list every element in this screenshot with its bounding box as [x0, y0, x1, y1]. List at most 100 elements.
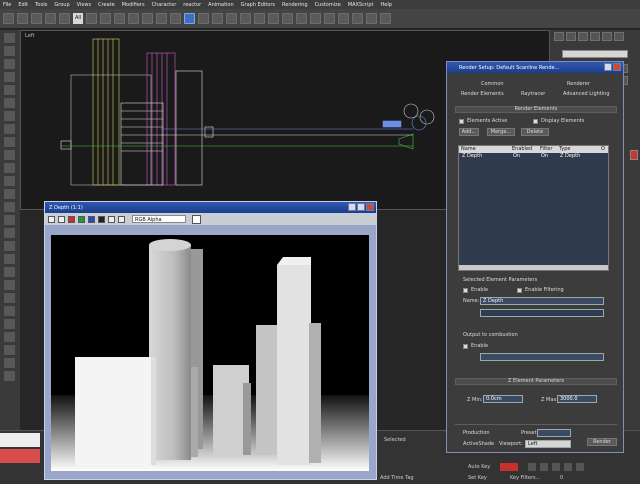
tool-icon[interactable]	[4, 358, 15, 368]
named-selection-icon[interactable]	[254, 13, 266, 24]
tool-icon[interactable]	[4, 319, 15, 329]
tool-icon[interactable]	[4, 228, 15, 238]
unlink-icon[interactable]	[45, 13, 56, 24]
output-file-field[interactable]	[480, 353, 604, 361]
tool-icon[interactable]	[4, 98, 15, 108]
close-icon[interactable]	[613, 63, 621, 71]
auto-key-button[interactable]	[500, 463, 518, 471]
maxscript-listener[interactable]	[0, 433, 40, 447]
tab-render-elements[interactable]: Render Elements	[461, 91, 504, 97]
material-editor-icon[interactable]	[338, 13, 350, 24]
select-manipulate-icon[interactable]	[184, 13, 196, 24]
col-output[interactable]: O	[601, 146, 605, 152]
frame-field[interactable]: 0	[560, 475, 563, 481]
menu-reactor[interactable]: reactor	[183, 2, 201, 8]
key-filter-selected[interactable]: Selected	[384, 437, 406, 443]
enable-checkbox[interactable]	[463, 288, 468, 293]
add-button[interactable]: Add...	[459, 128, 479, 136]
key-filters-button[interactable]: Key Filters...	[510, 475, 540, 481]
zmax-field[interactable]: 3000.0	[557, 395, 597, 403]
tab-raytracer[interactable]: Raytracer	[521, 91, 545, 97]
tab-advanced-lighting[interactable]: Advanced Lighting	[563, 91, 610, 97]
align-icon[interactable]	[282, 13, 294, 24]
render-frame-icon[interactable]	[366, 13, 378, 24]
menu-tools[interactable]: Tools	[35, 2, 47, 8]
viewport-dropdown[interactable]: Left	[525, 440, 571, 448]
tab-common[interactable]: Common	[481, 81, 504, 87]
tool-icon[interactable]	[4, 59, 15, 69]
list-item[interactable]: Z Depth On On Z Depth	[460, 153, 607, 160]
tool-icon[interactable]	[4, 111, 15, 121]
save-image-icon[interactable]	[48, 215, 55, 223]
display-tab-icon[interactable]	[602, 32, 612, 41]
render-elements-list[interactable]: Name Enabled Filter Type O Z Depth On On…	[458, 145, 609, 271]
green-channel-icon[interactable]	[78, 215, 85, 223]
tool-icon[interactable]	[4, 267, 15, 277]
blue-channel-icon[interactable]	[88, 215, 95, 223]
menu-views[interactable]: Views	[77, 2, 91, 8]
schematic-view-icon[interactable]	[324, 13, 336, 24]
next-frame-icon[interactable]	[564, 463, 572, 471]
channel-dropdown[interactable]: RGB Alpha	[132, 215, 186, 223]
menu-file[interactable]: File	[3, 2, 11, 8]
production-radio[interactable]: Production	[463, 430, 490, 436]
menu-customize[interactable]: Customize	[315, 2, 341, 8]
redo-icon[interactable]	[17, 13, 28, 24]
undo-icon[interactable]	[3, 13, 14, 24]
menu-group[interactable]: Group	[54, 2, 69, 8]
display-elements-checkbox[interactable]	[533, 119, 538, 124]
angle-snap-icon[interactable]	[212, 13, 224, 24]
play-icon[interactable]	[552, 463, 560, 471]
tool-icon[interactable]	[4, 306, 15, 316]
render-button[interactable]: Render	[587, 438, 617, 446]
motion-tab-icon[interactable]	[590, 32, 600, 41]
activeshade-radio[interactable]: ActiveShade	[463, 441, 494, 447]
create-tab-icon[interactable]	[554, 32, 564, 41]
select-move-icon[interactable]	[142, 13, 154, 24]
curve-editor-icon[interactable]	[310, 13, 322, 24]
layer-manager-icon[interactable]	[296, 13, 308, 24]
tab-renderer[interactable]: Renderer	[567, 81, 590, 87]
maximize-icon[interactable]	[357, 203, 365, 211]
menu-character[interactable]: Character	[152, 2, 177, 8]
tool-icon[interactable]	[4, 72, 15, 82]
add-time-tag[interactable]: Add Time Tag	[380, 475, 414, 481]
spinner-snap-icon[interactable]	[240, 13, 252, 24]
element-name-field[interactable]: Z Depth	[480, 297, 604, 305]
merge-button[interactable]: Merge...	[487, 128, 515, 136]
tool-icon[interactable]	[4, 137, 15, 147]
render-setup-icon[interactable]	[352, 13, 364, 24]
selection-filter-dropdown[interactable]: All	[73, 13, 84, 24]
z-element-rollout[interactable]: Z Element Parameters	[455, 378, 617, 385]
select-rotate-icon[interactable]	[156, 13, 168, 24]
render-setup-title-bar[interactable]: Render Setup: Default Scanline Rende...	[447, 62, 623, 73]
col-filter[interactable]: Filter	[540, 146, 552, 152]
tool-icon[interactable]	[4, 293, 15, 303]
go-to-end-icon[interactable]	[576, 463, 584, 471]
menu-graph-editors[interactable]: Graph Editors	[241, 2, 275, 8]
menu-create[interactable]: Create	[98, 2, 115, 8]
tool-icon[interactable]	[4, 332, 15, 342]
output-enable-checkbox[interactable]	[463, 344, 468, 349]
menu-animation[interactable]: Animation	[208, 2, 234, 8]
utilities-tab-icon[interactable]	[614, 32, 624, 41]
col-enabled[interactable]: Enabled	[512, 146, 532, 152]
tool-icon[interactable]	[4, 150, 15, 160]
minimize-icon[interactable]	[348, 203, 356, 211]
tool-icon[interactable]	[4, 85, 15, 95]
tool-icon[interactable]	[4, 371, 15, 381]
zdepth-title-bar[interactable]: Z Depth (1:1)	[45, 202, 376, 213]
prev-frame-icon[interactable]	[540, 463, 548, 471]
list-scrollbar[interactable]	[459, 265, 608, 270]
red-channel-icon[interactable]	[68, 215, 75, 223]
col-type[interactable]: Type	[559, 146, 570, 152]
set-key-label[interactable]: Set Key	[468, 475, 487, 481]
select-by-name-icon[interactable]	[100, 13, 112, 24]
zmin-field[interactable]: 0.0cm	[483, 395, 523, 403]
select-object-icon[interactable]	[86, 13, 98, 24]
menu-edit[interactable]: Edit	[18, 2, 28, 8]
output-path-field[interactable]	[480, 309, 604, 317]
tool-icon[interactable]	[4, 241, 15, 251]
auto-key-label[interactable]: Auto Key	[468, 464, 490, 470]
tool-icon[interactable]	[4, 46, 15, 56]
